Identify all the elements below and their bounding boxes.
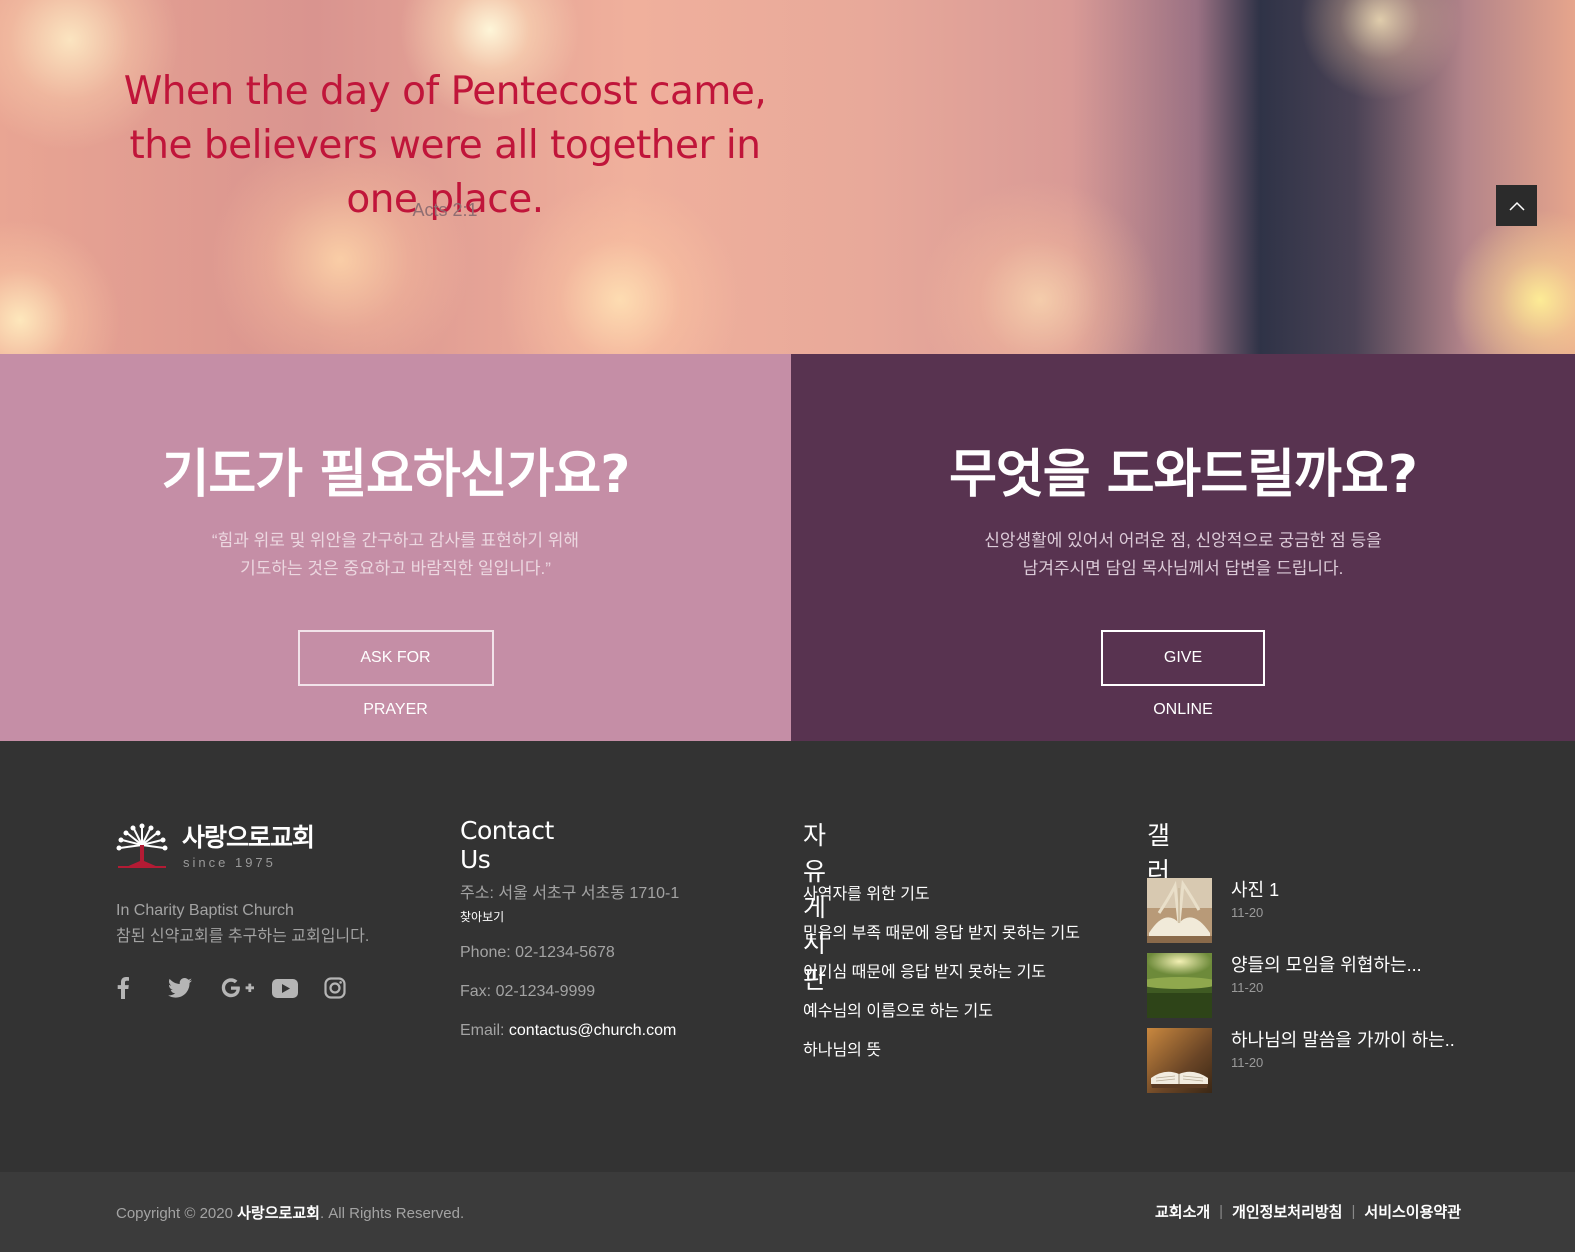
tree-logo-icon bbox=[116, 823, 168, 868]
gallery-item-date: 11-20 bbox=[1231, 905, 1264, 920]
board-item[interactable]: 예수님의 이름으로 하는 기도 bbox=[803, 997, 993, 1021]
gallery-item[interactable]: 사진 1 11-20 bbox=[1147, 878, 1467, 943]
gallery-item-date: 11-20 bbox=[1231, 980, 1264, 995]
prayer-desc-line: 기도하는 것은 중요하고 바람직한 일입니다.” bbox=[240, 559, 551, 578]
help-panel: 무엇을 도와드릴까요? 신앙생활에 있어서 어려운 점, 신앙적으로 궁금한 점… bbox=[791, 354, 1575, 741]
chevron-up-icon bbox=[1508, 201, 1525, 211]
logo-text: 사랑으로교회 since 1975 bbox=[168, 823, 315, 870]
gallery-item-title: 하나님의 말씀을 가까이 하는.. bbox=[1231, 1030, 1455, 1050]
bottom-bar: Copyright © 2020 사랑으로교회. All Rights Rese… bbox=[0, 1172, 1575, 1252]
logo-name: 사랑으로교회 bbox=[182, 823, 315, 852]
footer: 사랑으로교회 since 1975 In Charity Baptist Chu… bbox=[0, 741, 1575, 1172]
gallery-item-title: 사진 1 bbox=[1231, 880, 1280, 900]
help-description: 신앙생활에 있어서 어려운 점, 신앙적으로 궁금한 점 등을 남겨주시면 담임… bbox=[791, 527, 1575, 583]
help-title: 무엇을 도와드릴까요? bbox=[949, 445, 1418, 505]
email-label: Email: bbox=[460, 1022, 509, 1039]
contact-address: 주소: 서울 서초구 서초동 1710-1 bbox=[460, 885, 680, 902]
gallery-item[interactable]: 양들의 모임을 위협하는... 11-20 bbox=[1147, 953, 1467, 1018]
twitter-icon[interactable] bbox=[168, 976, 220, 1000]
gallery-item[interactable]: 하나님의 말씀을 가까이 하는.. 11-20 bbox=[1147, 1028, 1467, 1093]
copyright: Copyright © 2020 사랑으로교회. All Rights Rese… bbox=[116, 1202, 464, 1223]
about-line: 참된 신약교회를 추구하는 교회입니다. bbox=[116, 928, 370, 945]
youtube-icon[interactable] bbox=[272, 976, 324, 1000]
ask-for-prayer-button[interactable]: ASK FOR PRAYER bbox=[297, 630, 494, 718]
scroll-top-button[interactable] bbox=[1496, 185, 1537, 226]
bottom-links: 교회소개 | 개인정보처리방침 | 서비스이용약관 bbox=[1155, 1201, 1461, 1222]
field-sunset-thumbnail bbox=[1147, 953, 1212, 1018]
prayer-desc-line: “힘과 위로 및 위안을 간구하고 감사를 표현하기 위해 bbox=[211, 531, 580, 550]
instagram-icon[interactable] bbox=[324, 976, 376, 1000]
link-privacy-policy[interactable]: 개인정보처리방침 bbox=[1232, 1201, 1342, 1222]
help-desc-line: 남겨주시면 담임 목사님께서 답변을 드립니다. bbox=[1022, 559, 1344, 578]
board-item[interactable]: 사역자를 위한 기도 bbox=[803, 880, 930, 904]
google-plus-icon[interactable] bbox=[220, 976, 272, 1000]
board-item[interactable]: 하나님의 뜻 bbox=[803, 1036, 881, 1060]
email-link[interactable]: contactus@church.com bbox=[509, 1022, 676, 1039]
hero-banner: When the day of Pentecost came, the beli… bbox=[0, 0, 1575, 354]
link-church-intro[interactable]: 교회소개 bbox=[1155, 1201, 1210, 1222]
social-links bbox=[116, 976, 376, 1000]
board-item[interactable]: 이기심 때문에 응답 받지 못하는 기도 bbox=[803, 958, 1046, 982]
logo-since: since 1975 bbox=[183, 855, 276, 870]
about-text: In Charity Baptist Church 참된 신약교회를 추구하는 … bbox=[116, 898, 369, 950]
gallery-item-date: 11-20 bbox=[1231, 1055, 1264, 1070]
contact-phone: Phone: 02-1234-5678 bbox=[460, 944, 615, 961]
about-line: In Charity Baptist Church bbox=[116, 902, 294, 919]
open-book-thumbnail bbox=[1147, 878, 1212, 943]
link-separator: | bbox=[1351, 1203, 1356, 1220]
footer-logo[interactable]: 사랑으로교회 since 1975 bbox=[116, 823, 315, 870]
hero-reference: Acts 2:1 bbox=[412, 200, 478, 220]
gallery-item-title: 양들의 모임을 위협하는... bbox=[1231, 955, 1422, 975]
prayer-title: 기도가 필요하신가요? bbox=[161, 445, 631, 505]
prayer-panel: 기도가 필요하신가요? “힘과 위로 및 위안을 간구하고 감사를 표현하기 위… bbox=[0, 354, 791, 741]
contact-email-row: Email: contactus@church.com bbox=[460, 1022, 676, 1040]
help-desc-line: 신앙생활에 있어서 어려운 점, 신앙적으로 궁금한 점 등을 bbox=[984, 531, 1382, 550]
prayer-description: “힘과 위로 및 위안을 간구하고 감사를 표현하기 위해 기도하는 것은 중요… bbox=[0, 527, 791, 583]
copyright-prefix: Copyright © 2020 bbox=[116, 1205, 238, 1222]
contact-title: Contact Us bbox=[460, 816, 554, 874]
facebook-icon[interactable] bbox=[116, 976, 168, 1000]
map-link[interactable]: 찾아보기 bbox=[460, 908, 504, 925]
board-item[interactable]: 믿음의 부족 때문에 응답 받지 못하는 기도 bbox=[803, 919, 1080, 943]
link-separator: | bbox=[1219, 1203, 1224, 1220]
bible-thumbnail bbox=[1147, 1028, 1212, 1093]
give-online-button[interactable]: GIVE ONLINE bbox=[1101, 630, 1265, 718]
copyright-suffix: . All Rights Reserved. bbox=[319, 1205, 465, 1222]
link-terms-of-service[interactable]: 서비스이용약관 bbox=[1364, 1201, 1461, 1222]
contact-fax: Fax: 02-1234-9999 bbox=[460, 983, 596, 1000]
copyright-name: 사랑으로교회 bbox=[237, 1205, 320, 1222]
